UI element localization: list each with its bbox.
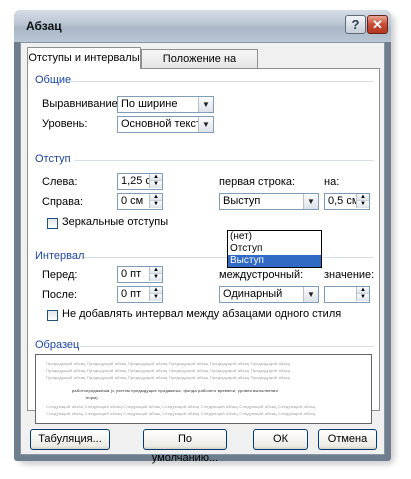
first-line-label: первая строка: (219, 176, 296, 188)
spin-down-icon[interactable]: ▼ (149, 181, 162, 188)
preview-next-paragraph: Следующий абзац Следующий абзац Следующи… (46, 411, 316, 416)
alignment-value: По ширине (121, 98, 178, 110)
by-spinner[interactable]: 0,5 см ▲ ▼ (324, 193, 370, 210)
preview-prev-paragraph: Предыдущий абзац Предыдущий абзац Предыд… (46, 368, 291, 373)
level-label: Уровень: (42, 118, 88, 130)
alignment-label: Выравнивание: (42, 98, 121, 110)
right-indent-label: Справа: (42, 196, 84, 208)
tab-line-page-breaks[interactable]: Положение на странице (141, 49, 258, 83)
after-spinner[interactable]: 0 пт ▲ ▼ (117, 286, 163, 303)
help-button[interactable]: ? (345, 15, 366, 34)
chevron-down-icon[interactable]: ▼ (198, 117, 213, 132)
set-default-button[interactable]: По умолчанию... (143, 429, 227, 464)
dropdown-option-hanging[interactable]: Выступ (228, 255, 321, 267)
first-line-select[interactable]: Выступ ▼ (219, 193, 319, 210)
no-space-checkbox[interactable] (47, 310, 58, 321)
spin-up-icon[interactable]: ▲ (356, 194, 369, 201)
spin-up-icon[interactable]: ▲ (356, 287, 369, 294)
right-indent-spinner[interactable]: 0 см ▲ ▼ (117, 193, 163, 210)
first-line-dropdown-list: (нет) Отступ Выступ (227, 230, 322, 268)
before-label: Перед: (42, 269, 78, 281)
dialog-window: Абзац ? ✕ Отступы и интервалы Положение … (14, 10, 391, 464)
general-divider (70, 81, 374, 82)
mirror-indents-checkbox[interactable] (47, 218, 58, 229)
spacing-group-header: Интервал (35, 250, 85, 262)
right-indent-value: 0 см (121, 195, 144, 207)
spin-up-icon[interactable]: ▲ (149, 287, 162, 294)
preview-main-paragraph-line1: работопродажным (с учетом предыдущих про… (72, 388, 278, 393)
before-value: 0 пт (121, 268, 142, 280)
alignment-select[interactable]: По ширине ▼ (117, 96, 214, 113)
spin-down-icon[interactable]: ▼ (356, 294, 369, 301)
spin-down-icon[interactable]: ▼ (149, 294, 162, 301)
left-indent-label: Слева: (42, 176, 78, 188)
by-value: 0,5 см (328, 195, 360, 207)
spin-up-icon[interactable]: ▲ (149, 174, 162, 181)
indent-group-header: Отступ (35, 153, 71, 165)
by-label: на: (324, 176, 340, 188)
after-label: После: (42, 289, 78, 301)
no-space-label: Не добавлять интервал между абзацами одн… (62, 308, 342, 320)
after-value: 0 пт (121, 288, 142, 300)
chevron-down-icon[interactable]: ▼ (303, 194, 318, 209)
mirror-indents-label: Зеркальные отступы (62, 216, 169, 228)
window-title: Абзац (26, 19, 62, 33)
preview-next-paragraph: Следующий абзац Следующий абзац Следующи… (46, 404, 316, 409)
preview-divider (80, 346, 374, 347)
level-value: Основной текст (121, 118, 201, 130)
at-label: значение: (324, 269, 375, 281)
level-select[interactable]: Основной текст ▼ (117, 116, 214, 133)
spin-up-icon[interactable]: ▲ (149, 267, 162, 274)
spin-up-icon[interactable]: ▲ (149, 194, 162, 201)
cancel-button[interactable]: Отмена (318, 429, 377, 450)
help-icon: ? (351, 17, 360, 32)
preview-box: Предыдущий абзац Предыдущий абзац Предыд… (35, 354, 372, 424)
preview-main-paragraph-line2: норм). (86, 395, 100, 400)
preview-prev-paragraph: Предыдущий абзац Предыдущий абзац Предыд… (46, 361, 291, 366)
tab-panel: Общие Выравнивание: По ширине ▼ Уровень:… (27, 68, 380, 424)
title-bar[interactable]: Абзац ? ✕ (14, 10, 391, 42)
chevron-down-icon[interactable]: ▼ (198, 97, 213, 112)
ok-button[interactable]: ОК (253, 429, 308, 450)
at-spinner[interactable]: ▲ ▼ (324, 286, 370, 303)
line-spacing-label: междустрочный: (219, 269, 304, 281)
left-indent-spinner[interactable]: 1,25 см ▲ ▼ (117, 173, 163, 190)
close-icon: ✕ (372, 17, 383, 32)
line-spacing-value: Одинарный (223, 288, 283, 300)
close-button[interactable]: ✕ (367, 15, 388, 34)
dropdown-option-none[interactable]: (нет) (228, 231, 321, 243)
general-group-header: Общие (35, 74, 72, 86)
line-spacing-select[interactable]: Одинарный ▼ (219, 286, 319, 303)
tab-indents-spacing[interactable]: Отступы и интервалы (27, 47, 141, 69)
before-spinner[interactable]: 0 пт ▲ ▼ (117, 266, 163, 283)
dropdown-option-indent[interactable]: Отступ (228, 243, 321, 255)
tabs-button[interactable]: Табуляция... (30, 429, 110, 450)
spin-down-icon[interactable]: ▼ (149, 201, 162, 208)
indent-divider (74, 160, 374, 161)
dialog-body: Отступы и интервалы Положение на страниц… (20, 42, 385, 464)
preview-prev-paragraph: Предыдущий абзац Предыдущий абзац Предыд… (46, 375, 291, 380)
spin-down-icon[interactable]: ▼ (356, 201, 369, 208)
spin-down-icon[interactable]: ▼ (149, 274, 162, 281)
chevron-down-icon[interactable]: ▼ (303, 287, 318, 302)
first-line-value: Выступ (223, 195, 261, 207)
preview-group-header: Образец (35, 339, 80, 351)
